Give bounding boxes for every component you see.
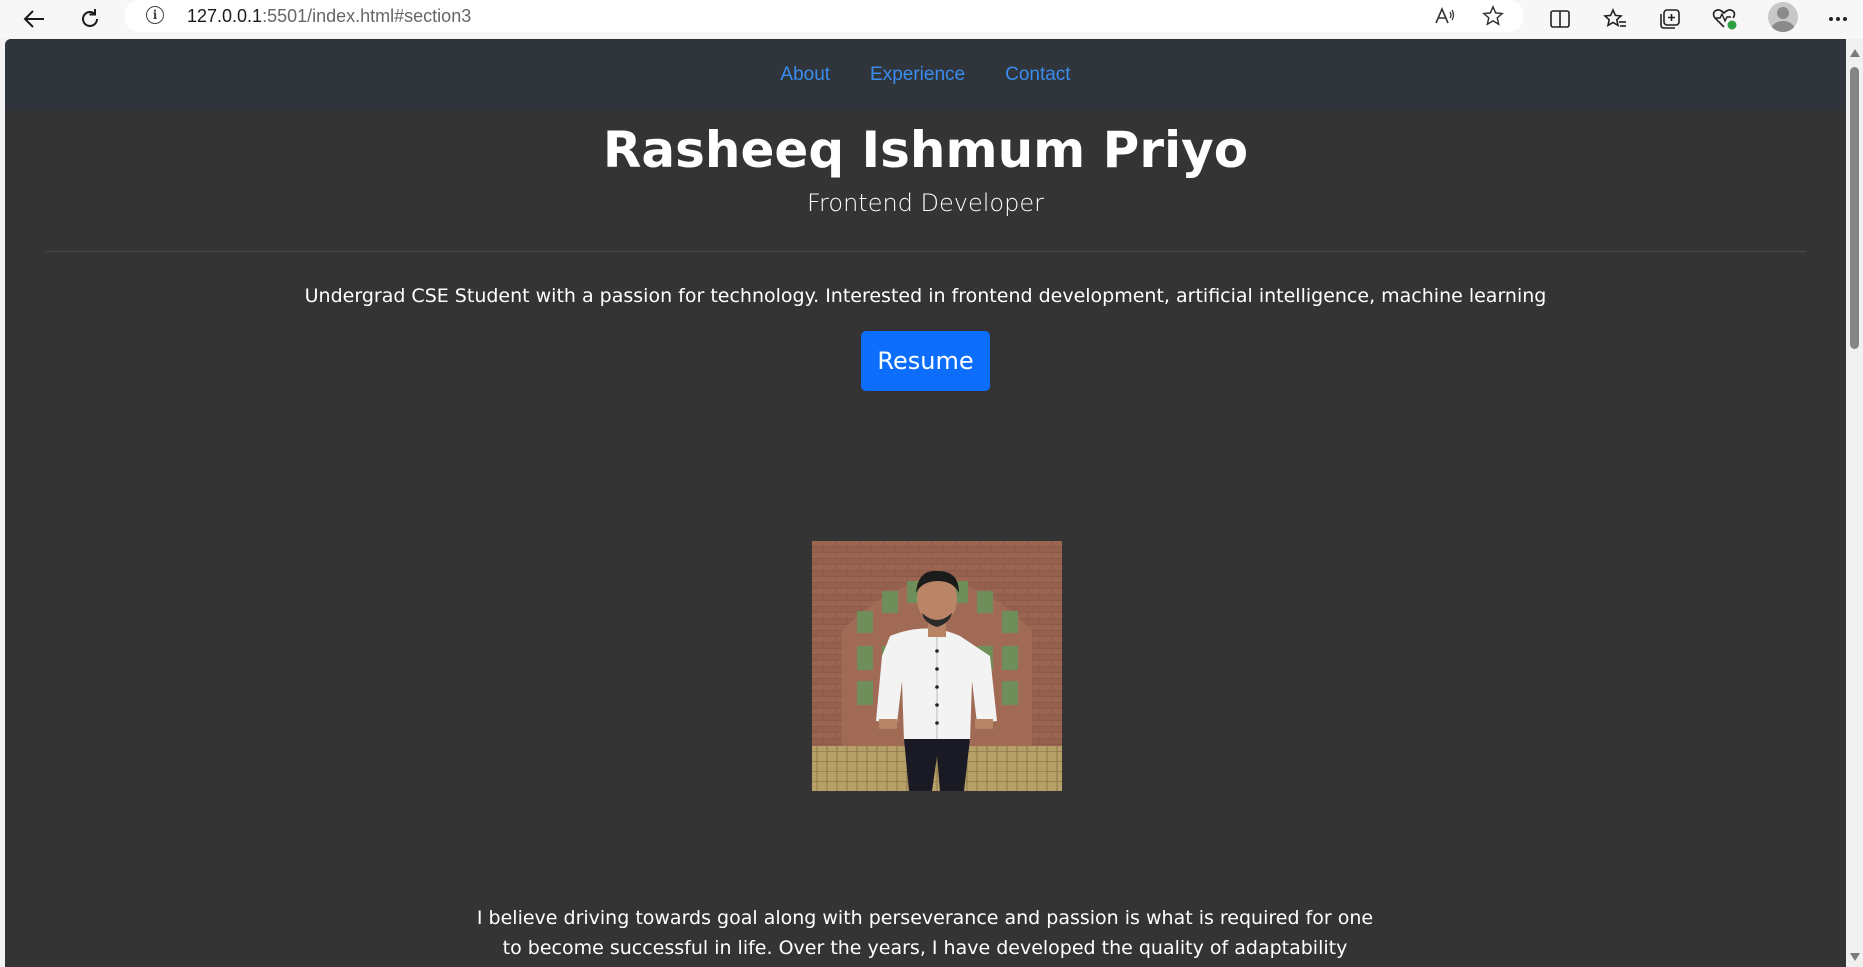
intro-text: Undergrad CSE Student with a passion for… xyxy=(304,285,1547,307)
refresh-icon[interactable] xyxy=(72,4,108,34)
scroll-thumb[interactable] xyxy=(1850,67,1859,349)
site-navbar: About Experience Contact xyxy=(5,39,1846,110)
heart-pulse-icon[interactable] xyxy=(1708,4,1742,34)
about-line-2: to become successful in life. Over the y… xyxy=(502,937,1348,959)
nav-link-contact[interactable]: Contact xyxy=(1005,64,1070,86)
about-line-1: I believe driving towards goal along wit… xyxy=(476,907,1374,929)
profile-avatar-icon[interactable] xyxy=(1768,2,1798,32)
nav-link-experience[interactable]: Experience xyxy=(870,64,965,86)
url-host: 127.0.0.1 xyxy=(187,6,263,26)
nav-link-about[interactable]: About xyxy=(780,64,830,86)
hero-name: Rasheeq Ishmum Priyo xyxy=(602,121,1249,179)
read-aloud-icon[interactable] xyxy=(1430,2,1460,30)
url-text[interactable]: 127.0.0.1:5501/index.html#section3 xyxy=(187,6,471,27)
favorites-icon[interactable] xyxy=(1598,4,1632,34)
address-bar[interactable]: i 127.0.0.1:5501/index.html#section3 xyxy=(124,0,1524,32)
resume-button[interactable]: Resume xyxy=(861,331,990,391)
collections-icon[interactable] xyxy=(1653,4,1687,34)
profile-photo xyxy=(812,541,1062,791)
back-arrow-icon[interactable] xyxy=(16,4,52,34)
page-scrollbar[interactable] xyxy=(1846,39,1863,967)
about-paragraph: I believe driving towards goal along wit… xyxy=(475,903,1375,967)
scroll-down-icon[interactable] xyxy=(1850,953,1860,961)
star-icon[interactable] xyxy=(1478,2,1508,30)
hero-divider xyxy=(45,251,1806,252)
split-screen-icon[interactable] xyxy=(1543,4,1577,34)
browser-toolbar: i 127.0.0.1:5501/index.html#section3 xyxy=(0,0,1863,39)
page-viewport: About Experience Contact Rasheeq Ishmum … xyxy=(5,39,1846,967)
info-icon[interactable]: i xyxy=(146,6,164,24)
scroll-up-icon[interactable] xyxy=(1850,49,1860,57)
hero-role: Frontend Developer xyxy=(807,189,1044,217)
url-path: :5501/index.html#section3 xyxy=(262,6,472,26)
more-icon[interactable] xyxy=(1821,4,1855,34)
